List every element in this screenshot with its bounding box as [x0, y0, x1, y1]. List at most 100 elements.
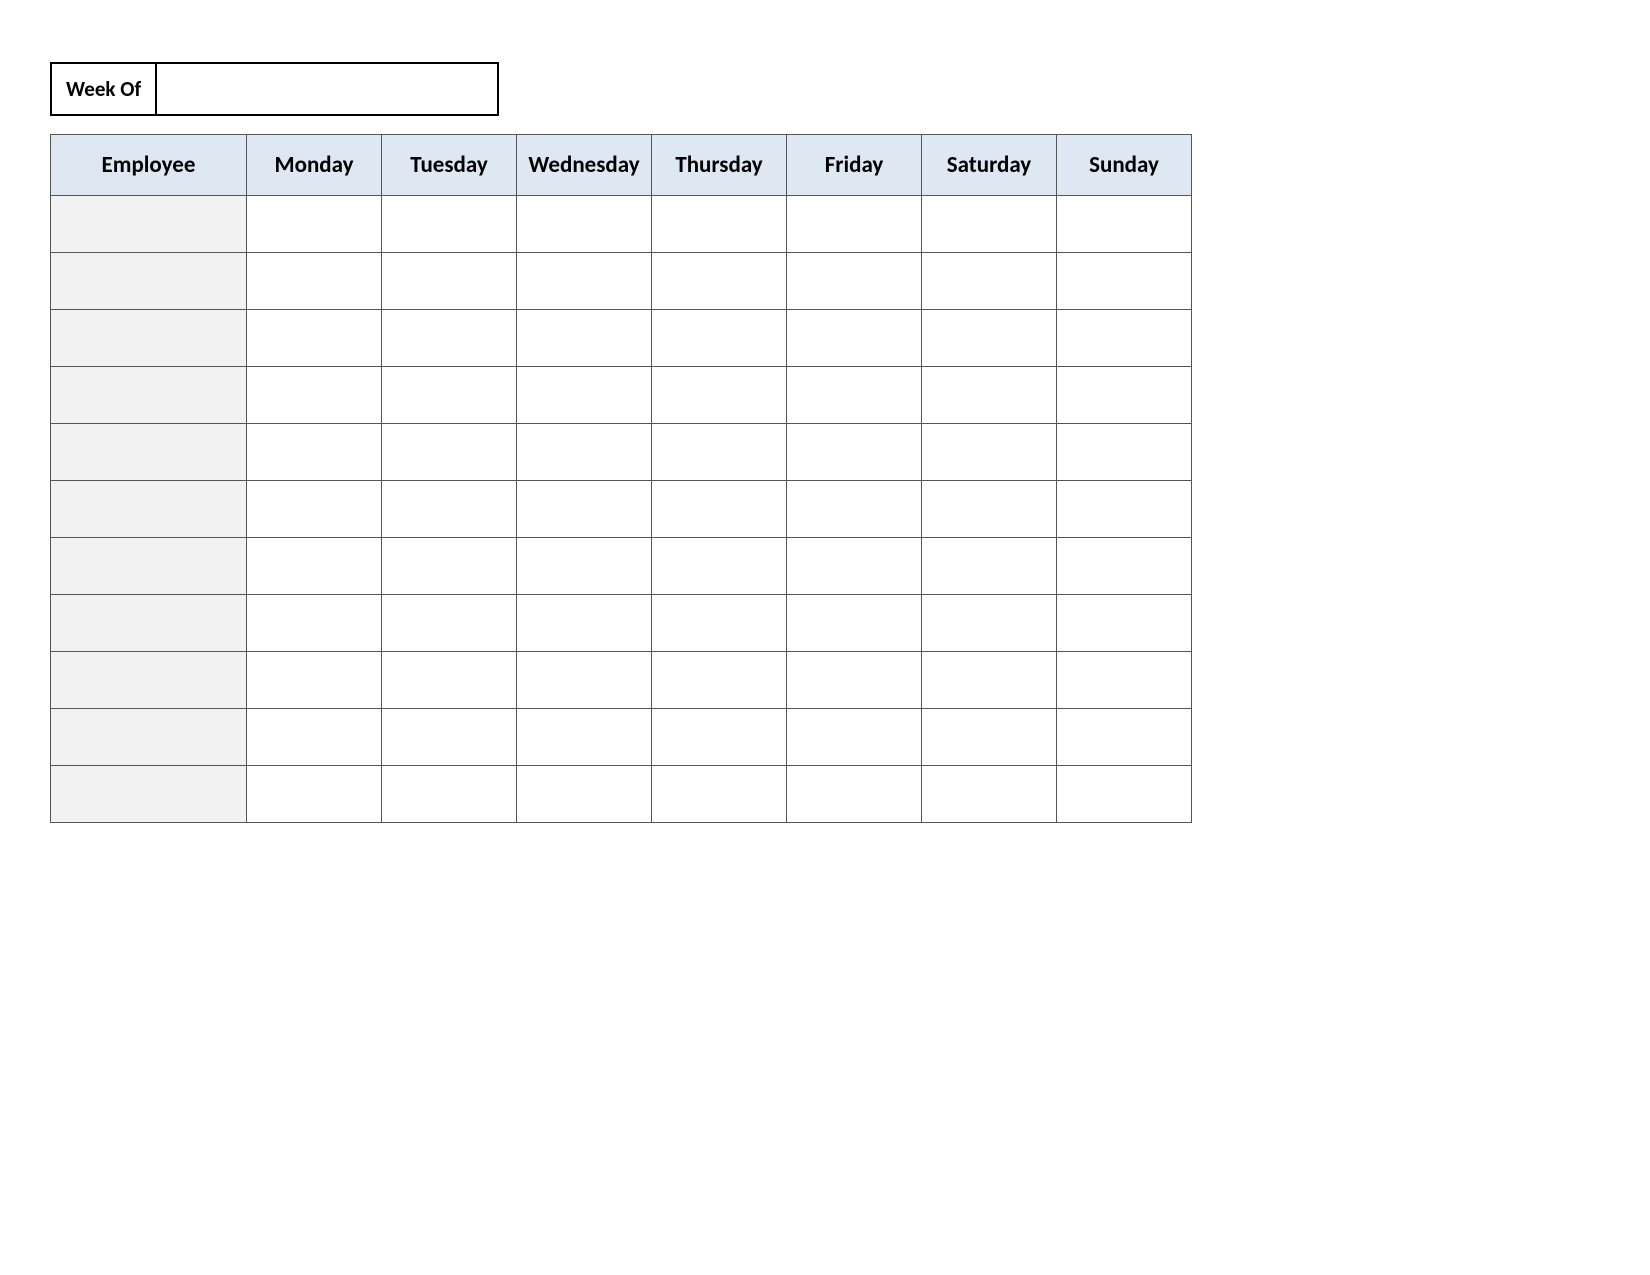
cell-wed[interactable]	[517, 595, 652, 652]
cell-employee[interactable]	[51, 652, 247, 709]
cell-mon[interactable]	[247, 538, 382, 595]
cell-sat[interactable]	[922, 424, 1057, 481]
cell-wed[interactable]	[517, 538, 652, 595]
cell-sun[interactable]	[1057, 424, 1192, 481]
cell-employee[interactable]	[51, 196, 247, 253]
cell-thu[interactable]	[652, 196, 787, 253]
cell-mon[interactable]	[247, 310, 382, 367]
cell-sun[interactable]	[1057, 595, 1192, 652]
week-of-input[interactable]	[157, 62, 499, 116]
cell-tue[interactable]	[382, 481, 517, 538]
cell-thu[interactable]	[652, 652, 787, 709]
cell-fri[interactable]	[787, 538, 922, 595]
cell-thu[interactable]	[652, 310, 787, 367]
cell-employee[interactable]	[51, 310, 247, 367]
cell-sat[interactable]	[922, 481, 1057, 538]
cell-mon[interactable]	[247, 766, 382, 823]
week-of-row: Week Of	[50, 62, 1600, 116]
cell-fri[interactable]	[787, 652, 922, 709]
cell-employee[interactable]	[51, 481, 247, 538]
cell-thu[interactable]	[652, 595, 787, 652]
cell-mon[interactable]	[247, 367, 382, 424]
cell-mon[interactable]	[247, 424, 382, 481]
cell-sat[interactable]	[922, 196, 1057, 253]
col-tuesday: Tuesday	[382, 135, 517, 196]
cell-tue[interactable]	[382, 595, 517, 652]
cell-mon[interactable]	[247, 595, 382, 652]
cell-tue[interactable]	[382, 652, 517, 709]
cell-mon[interactable]	[247, 196, 382, 253]
cell-sun[interactable]	[1057, 367, 1192, 424]
cell-mon[interactable]	[247, 652, 382, 709]
cell-employee[interactable]	[51, 766, 247, 823]
cell-tue[interactable]	[382, 424, 517, 481]
table-row	[51, 253, 1192, 310]
cell-mon[interactable]	[247, 709, 382, 766]
cell-thu[interactable]	[652, 367, 787, 424]
cell-sat[interactable]	[922, 253, 1057, 310]
cell-wed[interactable]	[517, 424, 652, 481]
cell-sat[interactable]	[922, 595, 1057, 652]
cell-sun[interactable]	[1057, 709, 1192, 766]
cell-sun[interactable]	[1057, 538, 1192, 595]
cell-fri[interactable]	[787, 709, 922, 766]
cell-employee[interactable]	[51, 253, 247, 310]
cell-wed[interactable]	[517, 766, 652, 823]
cell-employee[interactable]	[51, 595, 247, 652]
cell-fri[interactable]	[787, 196, 922, 253]
cell-fri[interactable]	[787, 766, 922, 823]
cell-employee[interactable]	[51, 709, 247, 766]
cell-thu[interactable]	[652, 538, 787, 595]
cell-sun[interactable]	[1057, 652, 1192, 709]
cell-thu[interactable]	[652, 709, 787, 766]
cell-sun[interactable]	[1057, 196, 1192, 253]
cell-tue[interactable]	[382, 766, 517, 823]
cell-sun[interactable]	[1057, 253, 1192, 310]
cell-thu[interactable]	[652, 424, 787, 481]
cell-fri[interactable]	[787, 310, 922, 367]
cell-thu[interactable]	[652, 766, 787, 823]
cell-tue[interactable]	[382, 196, 517, 253]
cell-employee[interactable]	[51, 367, 247, 424]
cell-fri[interactable]	[787, 424, 922, 481]
cell-sat[interactable]	[922, 367, 1057, 424]
cell-sat[interactable]	[922, 538, 1057, 595]
col-saturday: Saturday	[922, 135, 1057, 196]
cell-wed[interactable]	[517, 253, 652, 310]
table-row	[51, 481, 1192, 538]
col-thursday: Thursday	[652, 135, 787, 196]
cell-wed[interactable]	[517, 310, 652, 367]
cell-fri[interactable]	[787, 595, 922, 652]
cell-employee[interactable]	[51, 538, 247, 595]
cell-wed[interactable]	[517, 709, 652, 766]
cell-tue[interactable]	[382, 310, 517, 367]
cell-tue[interactable]	[382, 538, 517, 595]
cell-thu[interactable]	[652, 253, 787, 310]
cell-sat[interactable]	[922, 709, 1057, 766]
cell-fri[interactable]	[787, 367, 922, 424]
table-row	[51, 595, 1192, 652]
cell-tue[interactable]	[382, 709, 517, 766]
cell-mon[interactable]	[247, 481, 382, 538]
table-row	[51, 196, 1192, 253]
cell-sat[interactable]	[922, 310, 1057, 367]
table-row	[51, 709, 1192, 766]
cell-wed[interactable]	[517, 367, 652, 424]
cell-mon[interactable]	[247, 253, 382, 310]
cell-fri[interactable]	[787, 253, 922, 310]
cell-wed[interactable]	[517, 196, 652, 253]
cell-tue[interactable]	[382, 253, 517, 310]
cell-thu[interactable]	[652, 481, 787, 538]
cell-wed[interactable]	[517, 481, 652, 538]
cell-employee[interactable]	[51, 424, 247, 481]
cell-sat[interactable]	[922, 766, 1057, 823]
cell-sat[interactable]	[922, 652, 1057, 709]
cell-wed[interactable]	[517, 652, 652, 709]
cell-sun[interactable]	[1057, 766, 1192, 823]
cell-tue[interactable]	[382, 367, 517, 424]
col-wednesday: Wednesday	[517, 135, 652, 196]
header-row: Employee Monday Tuesday Wednesday Thursd…	[51, 135, 1192, 196]
cell-sun[interactable]	[1057, 481, 1192, 538]
cell-sun[interactable]	[1057, 310, 1192, 367]
cell-fri[interactable]	[787, 481, 922, 538]
